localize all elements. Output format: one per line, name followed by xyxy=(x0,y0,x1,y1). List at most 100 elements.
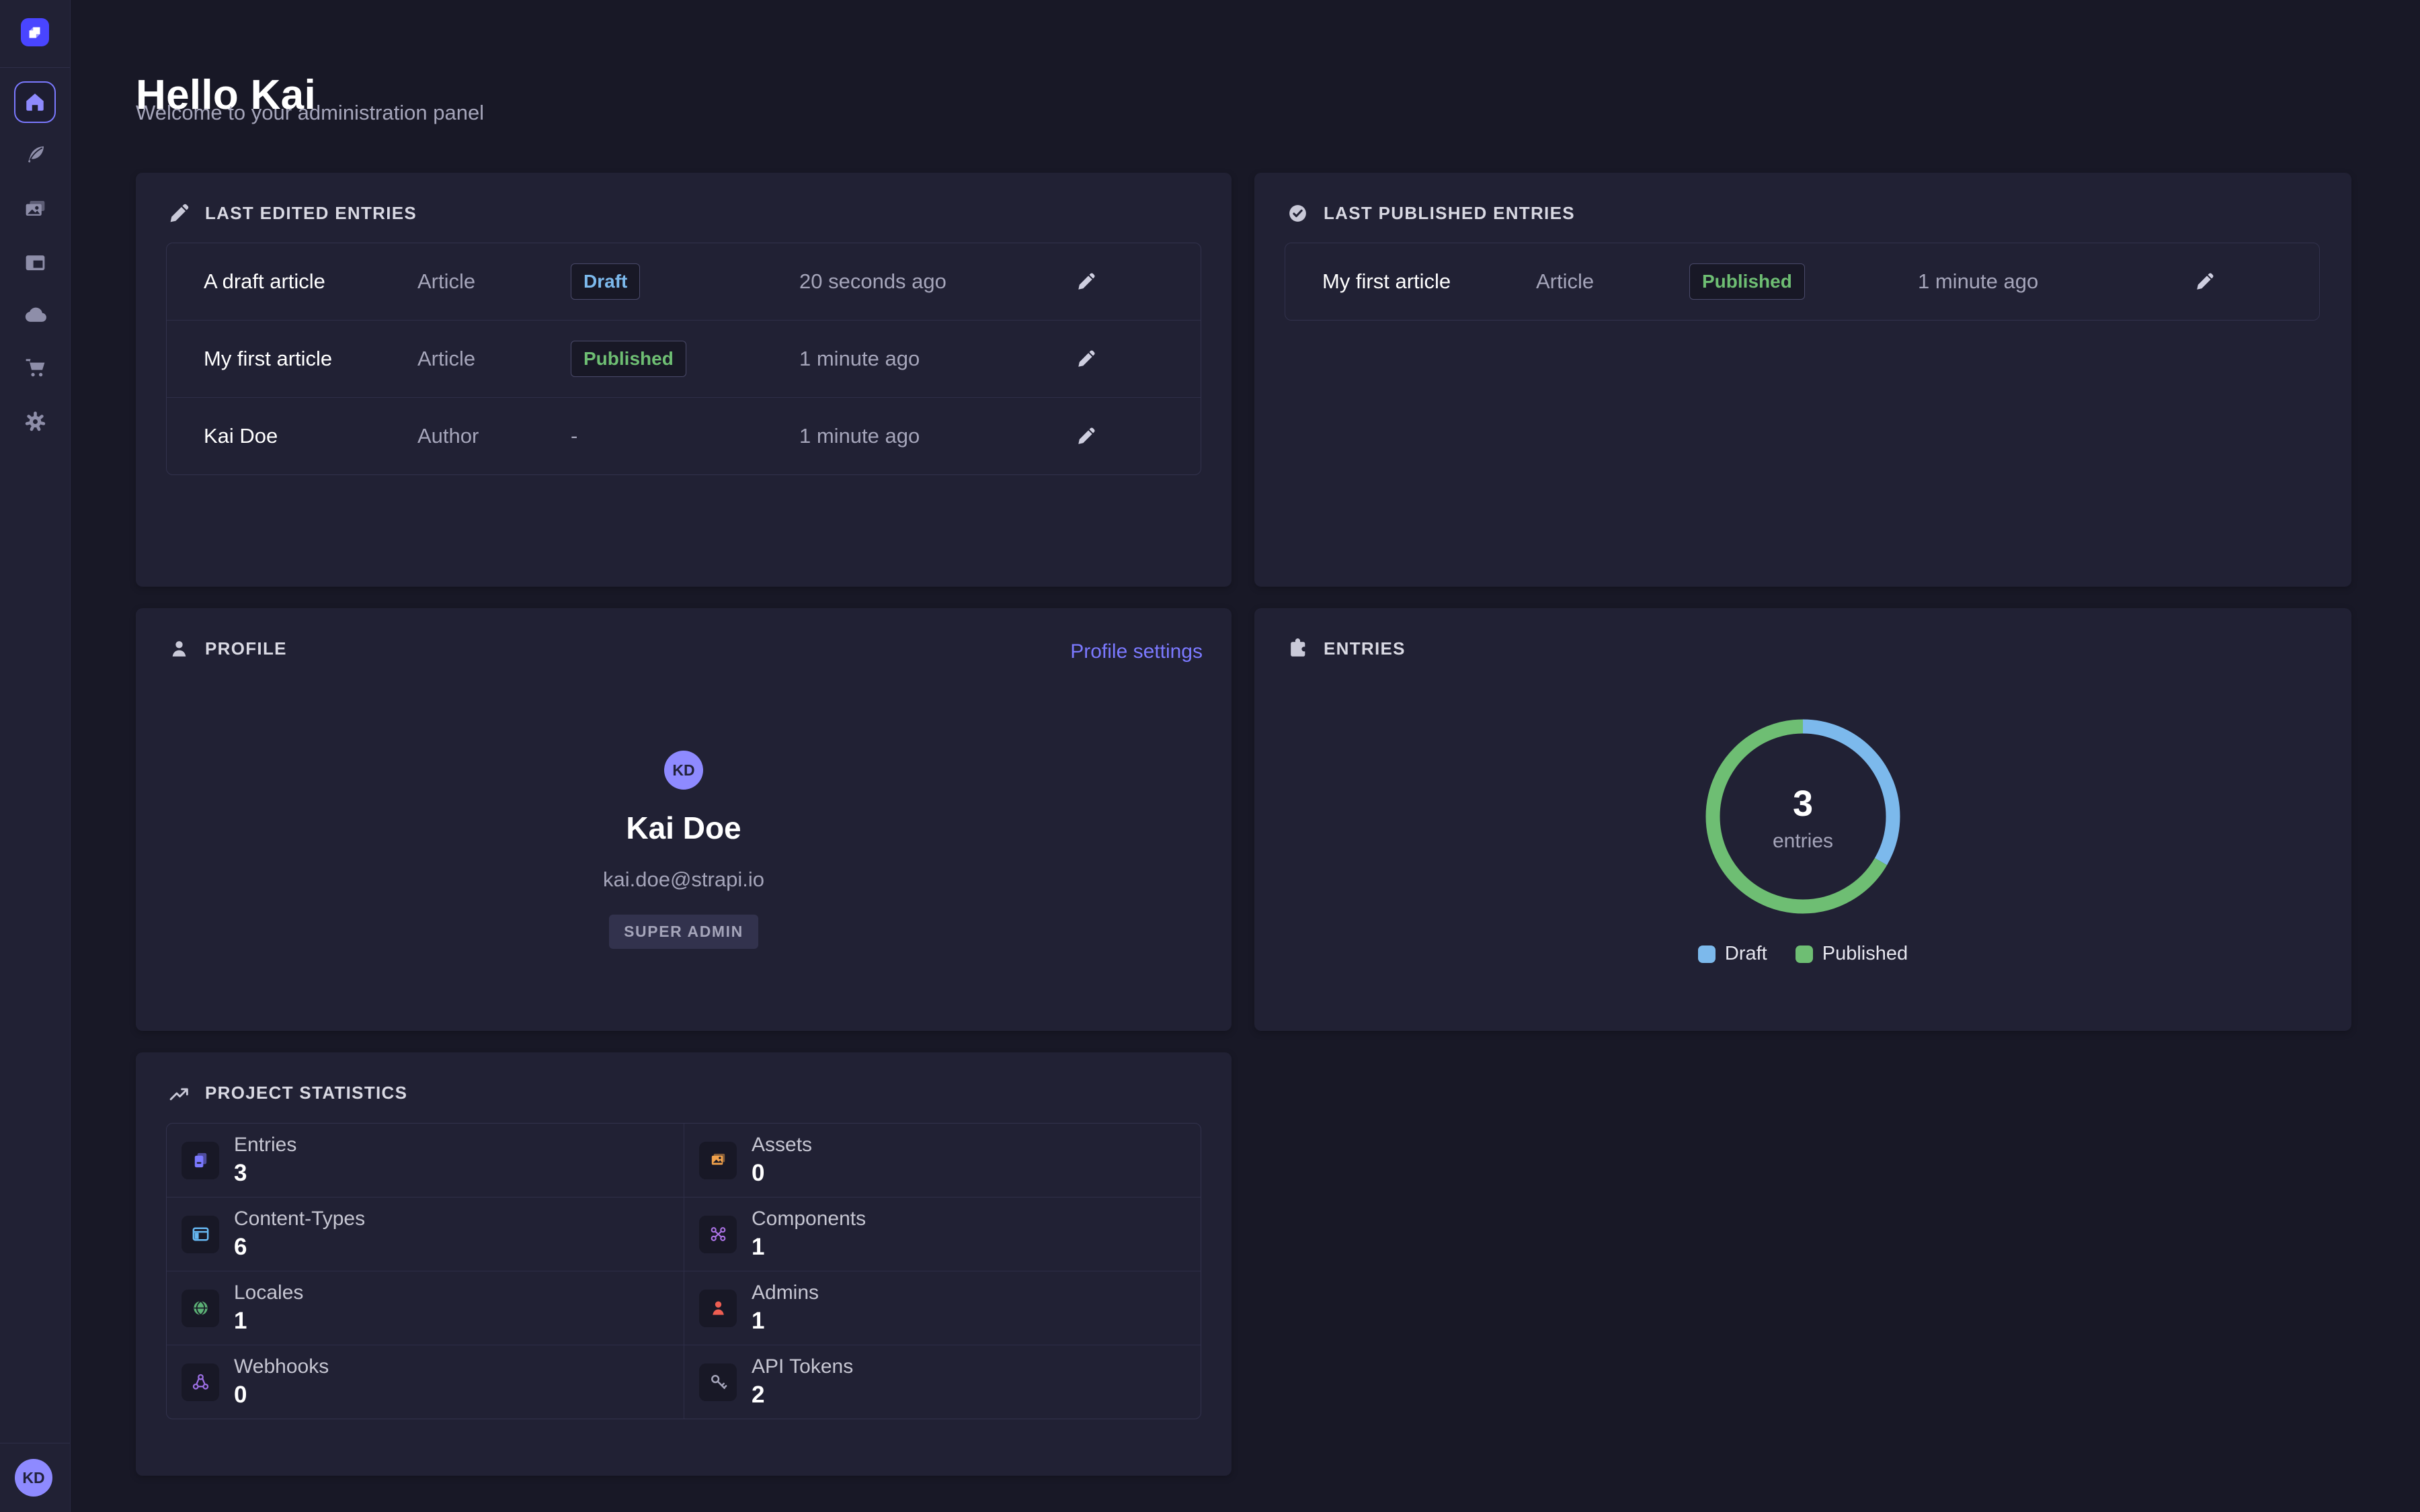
stat-label: Entries xyxy=(234,1134,296,1157)
sidebar-user-avatar[interactable]: KD xyxy=(15,1459,52,1497)
last-edited-entries-card: LAST EDITED ENTRIES A draft article Arti… xyxy=(136,173,1232,587)
entry-type: Article xyxy=(417,347,571,371)
edit-button[interactable] xyxy=(1076,426,1096,446)
card-header: PROFILE xyxy=(168,638,287,660)
entry-name: A draft article xyxy=(204,269,417,294)
sidebar-item-content-manager[interactable] xyxy=(0,133,70,176)
table-row[interactable]: A draft article Article Draft 20 seconds… xyxy=(167,243,1201,320)
pencil-icon xyxy=(1076,426,1096,446)
stat-value: 1 xyxy=(234,1308,303,1335)
profile-settings-link[interactable]: Profile settings xyxy=(1070,640,1203,663)
card-header: LAST EDITED ENTRIES xyxy=(168,202,417,224)
entry-name: Kai Doe xyxy=(204,424,417,448)
card-title: ENTRIES xyxy=(1324,638,1406,659)
sidebar-item-media-library[interactable] xyxy=(0,187,70,230)
profile-avatar: KD xyxy=(664,751,703,790)
home-icon xyxy=(24,91,46,114)
profile-summary: KD Kai Doe kai.doe@strapi.io SUPER ADMIN xyxy=(136,751,1232,949)
entry-type: Author xyxy=(417,424,571,448)
profile-name: Kai Doe xyxy=(626,810,741,846)
stat-assets: Assets0 xyxy=(684,1124,1201,1197)
documents-icon xyxy=(182,1142,219,1179)
profile-role-badge: SUPER ADMIN xyxy=(609,915,758,949)
stat-label: Content-Types xyxy=(234,1208,365,1230)
stat-value: 3 xyxy=(234,1160,296,1187)
donut-center-label: entries xyxy=(1702,830,1904,853)
gear-icon xyxy=(23,409,48,434)
entries-table: A draft article Article Draft 20 seconds… xyxy=(166,243,1201,475)
media-library-icon xyxy=(23,196,48,221)
stat-label: Locales xyxy=(234,1282,303,1304)
sidebar-item-content-type-builder[interactable] xyxy=(0,241,70,284)
stat-value: 1 xyxy=(752,1308,819,1335)
legend-label: Draft xyxy=(1725,943,1767,965)
table-row[interactable]: Kai Doe Author - 1 minute ago xyxy=(167,397,1201,474)
stat-components: Components 1 xyxy=(684,1197,1201,1271)
entry-time: 1 minute ago xyxy=(799,424,1076,448)
user-icon xyxy=(168,638,190,660)
sidebar-divider xyxy=(0,67,70,68)
table-row[interactable]: My first article Article Published 1 min… xyxy=(167,320,1201,397)
legend-item-draft: Draft xyxy=(1698,943,1767,965)
profile-email: kai.doe@strapi.io xyxy=(603,868,764,892)
stat-admins: Admins1 xyxy=(684,1271,1201,1345)
stat-label: API Tokens xyxy=(752,1355,853,1378)
table-row[interactable]: My first article Article Published 1 min… xyxy=(1285,243,2319,320)
puzzle-icon xyxy=(1287,638,1309,660)
entry-time: 20 seconds ago xyxy=(799,269,1076,294)
stat-webhooks: Webhooks 0 xyxy=(167,1345,684,1419)
card-title: PROJECT STATISTICS xyxy=(205,1083,407,1103)
card-header: ENTRIES xyxy=(1287,638,1406,660)
status-badge: Published xyxy=(1689,263,1805,300)
images-icon xyxy=(699,1142,737,1179)
edit-button[interactable] xyxy=(1076,271,1096,292)
status-badge: Published xyxy=(571,341,686,377)
pencil-icon xyxy=(1076,349,1096,369)
stat-value: 2 xyxy=(752,1382,853,1409)
entry-time: 1 minute ago xyxy=(799,347,1076,371)
stat-label: Webhooks xyxy=(234,1355,329,1378)
strapi-logo-icon[interactable] xyxy=(21,18,49,46)
stat-value: 0 xyxy=(234,1382,329,1409)
legend-swatch-draft xyxy=(1698,946,1716,963)
chart-legend: Draft Published xyxy=(1254,943,2351,965)
card-title: PROFILE xyxy=(205,638,287,659)
entry-type: Article xyxy=(1536,269,1689,294)
edit-button[interactable] xyxy=(1076,349,1096,369)
sidebar-item-marketplace[interactable] xyxy=(0,345,70,388)
legend-swatch-published xyxy=(1796,946,1813,963)
webhook-icon xyxy=(182,1363,219,1401)
stat-value: 1 xyxy=(752,1234,866,1261)
entries-table: My first article Article Published 1 min… xyxy=(1285,243,2320,321)
last-published-entries-card: LAST PUBLISHED ENTRIES My first article … xyxy=(1254,173,2351,587)
entries-donut-chart: 3 entries xyxy=(1702,716,1904,917)
stat-content-types: Content-Types 6 xyxy=(167,1197,684,1271)
check-circle-icon xyxy=(1287,202,1309,224)
sidebar-item-home[interactable] xyxy=(14,81,56,123)
entry-type: Article xyxy=(417,269,571,294)
stat-label: Components xyxy=(752,1208,866,1230)
entry-name: My first article xyxy=(1322,269,1536,294)
entries-chart-card: ENTRIES 3 entries Draft Published xyxy=(1254,608,2351,1031)
status-empty: - xyxy=(571,424,799,448)
pencil-icon xyxy=(1076,271,1096,292)
stat-value: 6 xyxy=(234,1234,365,1261)
sidebar: KD xyxy=(0,0,71,1512)
sidebar-item-deploy[interactable] xyxy=(0,293,70,336)
card-header: LAST PUBLISHED ENTRIES xyxy=(1287,202,1575,224)
stat-label: Assets xyxy=(752,1134,812,1157)
trend-up-icon xyxy=(168,1082,190,1104)
pencil-icon xyxy=(168,202,190,224)
cloud-icon xyxy=(23,302,48,327)
profile-card: PROFILE Profile settings KD Kai Doe kai.… xyxy=(136,608,1232,1031)
stat-entries: Entries 3 xyxy=(167,1124,684,1197)
sidebar-item-settings[interactable] xyxy=(0,400,70,443)
entry-name: My first article xyxy=(204,347,417,371)
card-header: PROJECT STATISTICS xyxy=(168,1082,407,1104)
person-icon xyxy=(699,1290,737,1327)
edit-button[interactable] xyxy=(2195,271,2215,292)
cart-icon xyxy=(23,355,48,380)
stat-api-tokens: API Tokens 2 xyxy=(684,1345,1201,1419)
statistics-grid: Entries3 Assets0 Content-Types6 Componen… xyxy=(166,1123,1201,1419)
nodes-icon xyxy=(699,1216,737,1253)
